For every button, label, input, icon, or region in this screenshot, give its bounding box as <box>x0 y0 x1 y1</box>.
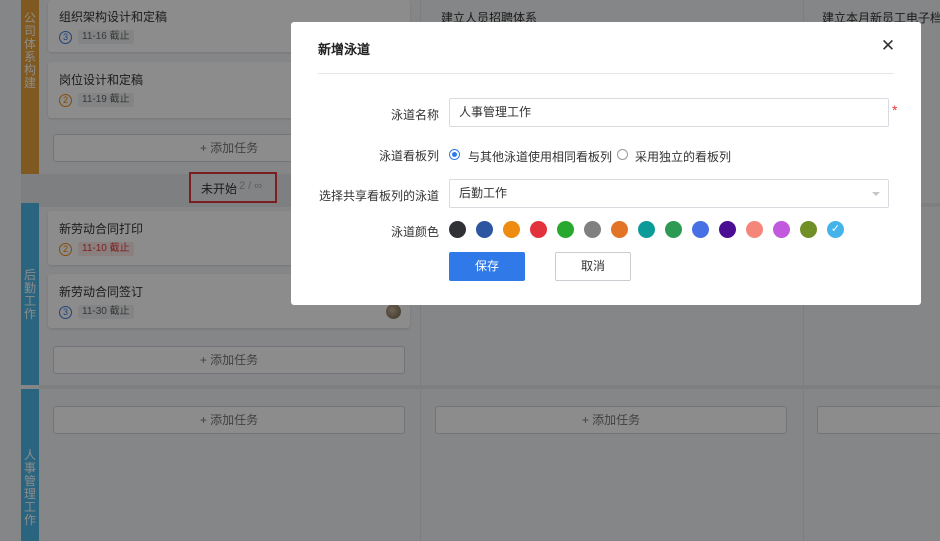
color-swatch-selected[interactable]: ✓ <box>827 221 844 238</box>
save-button[interactable]: 保存 <box>449 252 525 281</box>
color-swatch[interactable] <box>800 221 817 238</box>
color-swatch[interactable] <box>449 221 466 238</box>
radio-shared-columns[interactable] <box>449 149 460 160</box>
color-swatch[interactable] <box>746 221 763 238</box>
color-swatch[interactable] <box>773 221 790 238</box>
dialog-title: 新增泳道 <box>318 42 371 57</box>
new-lane-dialog: 新增泳道 ✕ 泳道名称 人事管理工作 * 泳道看板列 与其他泳道使用相同看板列 … <box>291 22 921 305</box>
radio-independent-columns[interactable] <box>617 149 628 160</box>
lane-board-label: 泳道看板列 <box>378 149 439 163</box>
radio-independent-columns-label[interactable]: 采用独立的看板列 <box>635 148 731 165</box>
cancel-button[interactable]: 取消 <box>555 252 631 281</box>
radio-shared-columns-label[interactable]: 与其他泳道使用相同看板列 <box>468 148 612 165</box>
chevron-down-icon <box>872 192 880 196</box>
color-swatch[interactable] <box>584 221 601 238</box>
required-mark: * <box>892 102 898 118</box>
color-swatch[interactable] <box>638 221 655 238</box>
lane-name-input[interactable]: 人事管理工作 <box>449 98 889 127</box>
color-swatch[interactable] <box>665 221 682 238</box>
shared-lane-select[interactable]: 后勤工作 <box>449 179 889 208</box>
color-swatch[interactable] <box>692 221 709 238</box>
color-swatch[interactable] <box>530 221 547 238</box>
color-swatch[interactable] <box>719 221 736 238</box>
shared-lane-label: 选择共享看板列的泳道 <box>318 189 439 203</box>
close-icon[interactable]: ✕ <box>879 37 897 55</box>
lane-name-label: 泳道名称 <box>390 108 439 122</box>
color-swatch[interactable] <box>476 221 493 238</box>
shared-lane-value: 后勤工作 <box>459 186 508 200</box>
color-swatch[interactable] <box>503 221 520 238</box>
dialog-divider <box>318 73 894 74</box>
lane-color-label: 泳道颜色 <box>390 225 439 239</box>
color-swatch[interactable] <box>611 221 628 238</box>
color-swatch[interactable] <box>557 221 574 238</box>
